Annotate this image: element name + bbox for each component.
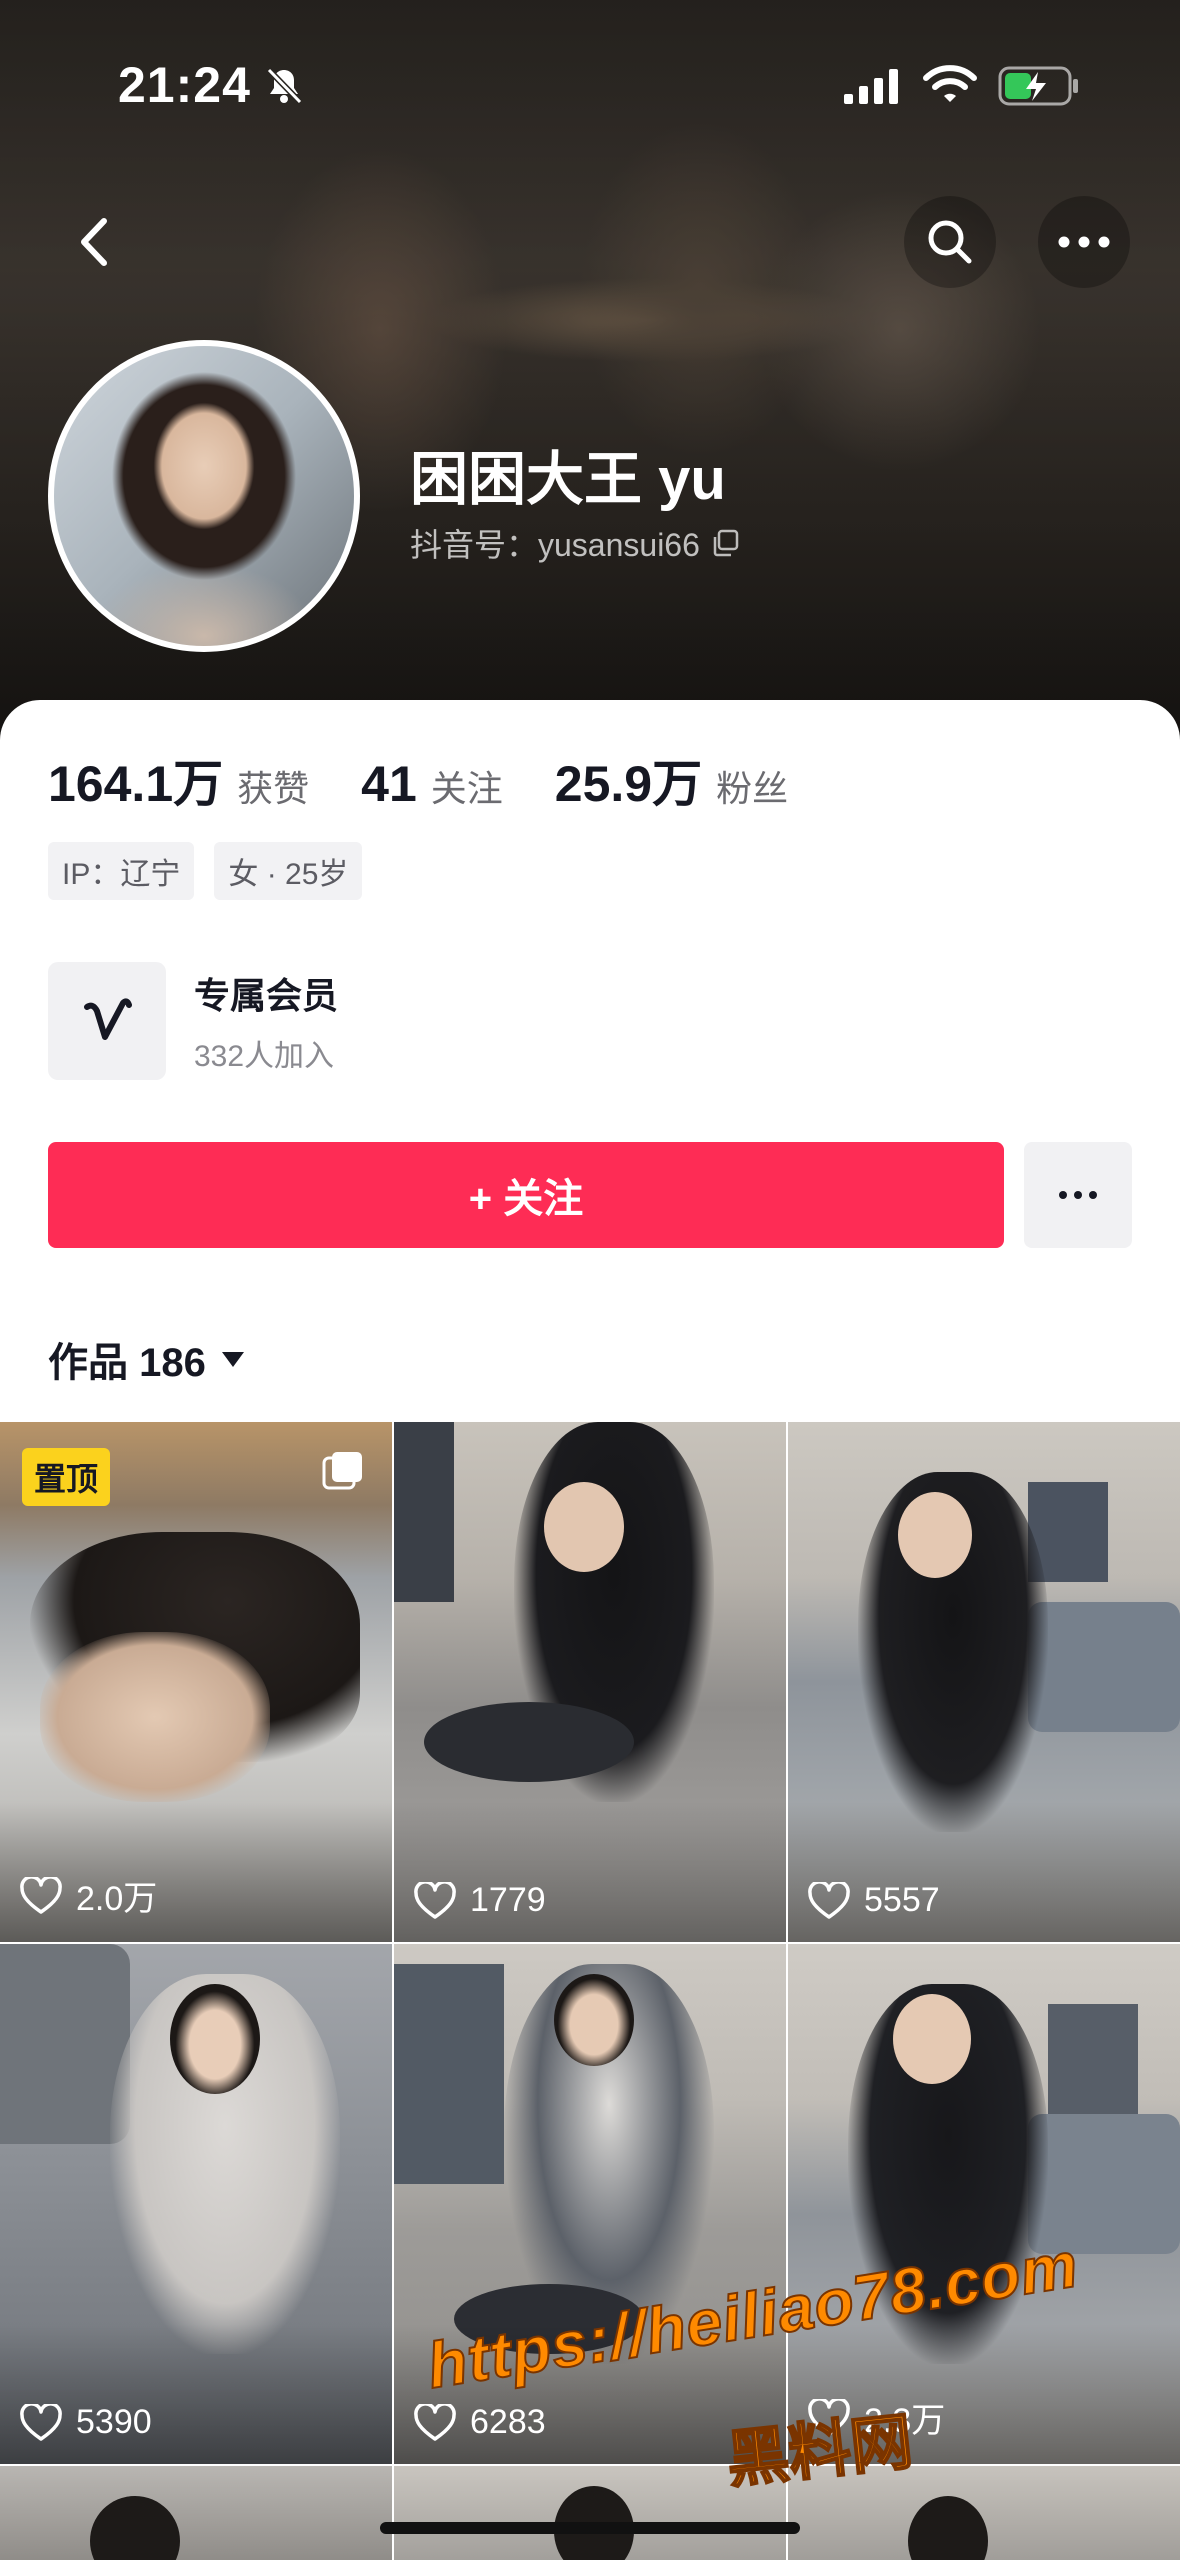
video-grid: 置顶 2.0万 1779 5557 5390 6283 2.3万 (0, 1422, 1180, 2560)
back-icon (81, 218, 107, 266)
heart-icon (20, 2403, 62, 2441)
stat-label: 关注 (430, 768, 503, 809)
heart-icon (808, 1881, 850, 1919)
stat-value: 41 (361, 756, 417, 812)
video-tile[interactable]: 5557 (788, 1422, 1180, 1942)
video-likes: 6283 (414, 2403, 546, 2442)
stat-followers[interactable]: 25.9万 粉丝 (555, 744, 788, 816)
battery-charging-icon (998, 66, 1078, 106)
heart-icon (20, 1876, 62, 1914)
membership-logo (48, 962, 166, 1080)
membership-entry[interactable]: 专属会员 332人加入 (48, 962, 338, 1080)
gender-age-tag: 女 · 25岁 (214, 842, 363, 900)
stat-likes: 164.1万 获赞 (48, 744, 309, 816)
more-button[interactable] (1038, 196, 1130, 288)
works-tab-label: 作品 186 (48, 1341, 206, 1385)
heart-icon (414, 1881, 456, 1919)
video-tile[interactable] (0, 2466, 392, 2560)
like-count: 5390 (76, 2403, 152, 2441)
video-likes: 5557 (808, 1881, 940, 1920)
follow-more-button[interactable] (1024, 1142, 1132, 1248)
profile-page: 21:24 困困大王 yu 抖音号：yusansui66 164.1万 获赞 4… (0, 0, 1180, 2560)
heart-icon (414, 2403, 456, 2441)
wifi-icon (923, 65, 977, 102)
search-button[interactable] (904, 196, 996, 288)
stat-label: 获赞 (237, 768, 310, 809)
video-likes: 5390 (20, 2403, 152, 2442)
video-tile[interactable]: 2.3万 (788, 1944, 1180, 2464)
more-icon (1059, 1191, 1097, 1199)
caret-down-icon (221, 1352, 244, 1367)
status-bar: 21:24 (0, 0, 1180, 170)
home-indicator (380, 2522, 800, 2534)
avatar[interactable] (48, 340, 360, 652)
video-likes: 1779 (414, 1881, 546, 1920)
membership-title: 专属会员 (194, 975, 339, 1016)
video-tile[interactable]: 置顶 2.0万 (0, 1422, 392, 1942)
like-count: 5557 (864, 1881, 940, 1919)
copy-icon[interactable] (710, 528, 740, 558)
nickname: 困困大王 yu (410, 447, 726, 512)
like-count: 2.0万 (76, 1880, 158, 1918)
stat-label: 粉丝 (716, 768, 789, 809)
stat-value: 25.9万 (554, 756, 703, 812)
profile-tags: IP：辽宁 女 · 25岁 (48, 842, 363, 900)
like-count: 6283 (470, 2403, 546, 2441)
back-button[interactable] (48, 196, 140, 288)
more-icon (1058, 236, 1110, 248)
douyin-id[interactable]: 抖音号：yusansui66 (410, 520, 740, 566)
bell-off-icon (266, 67, 303, 105)
search-icon (928, 220, 972, 264)
like-count: 1779 (470, 1881, 546, 1919)
stat-value: 164.1万 (48, 756, 224, 812)
video-likes: 2.0万 (20, 1871, 157, 1920)
status-time: 21:24 (118, 57, 251, 113)
multi-image-icon (322, 1452, 362, 1490)
video-tile[interactable]: 5390 (0, 1944, 392, 2464)
v-logo-icon (84, 998, 132, 1040)
stats-row: 164.1万 获赞 41 关注 25.9万 粉丝 (48, 744, 840, 816)
video-tile[interactable]: 1779 (394, 1422, 786, 1942)
video-tile[interactable] (394, 2466, 786, 2560)
pinned-badge: 置顶 (22, 1448, 111, 1506)
follow-button[interactable]: + 关注 (48, 1142, 1004, 1248)
works-tab[interactable]: 作品 186 (48, 1330, 246, 1388)
stat-following[interactable]: 41 关注 (361, 755, 503, 813)
membership-count: 332人加入 (194, 1040, 335, 1073)
ip-tag: IP：辽宁 (48, 842, 195, 900)
douyin-id-text: 抖音号：yusansui66 (410, 527, 700, 563)
signal-icon (844, 69, 898, 104)
